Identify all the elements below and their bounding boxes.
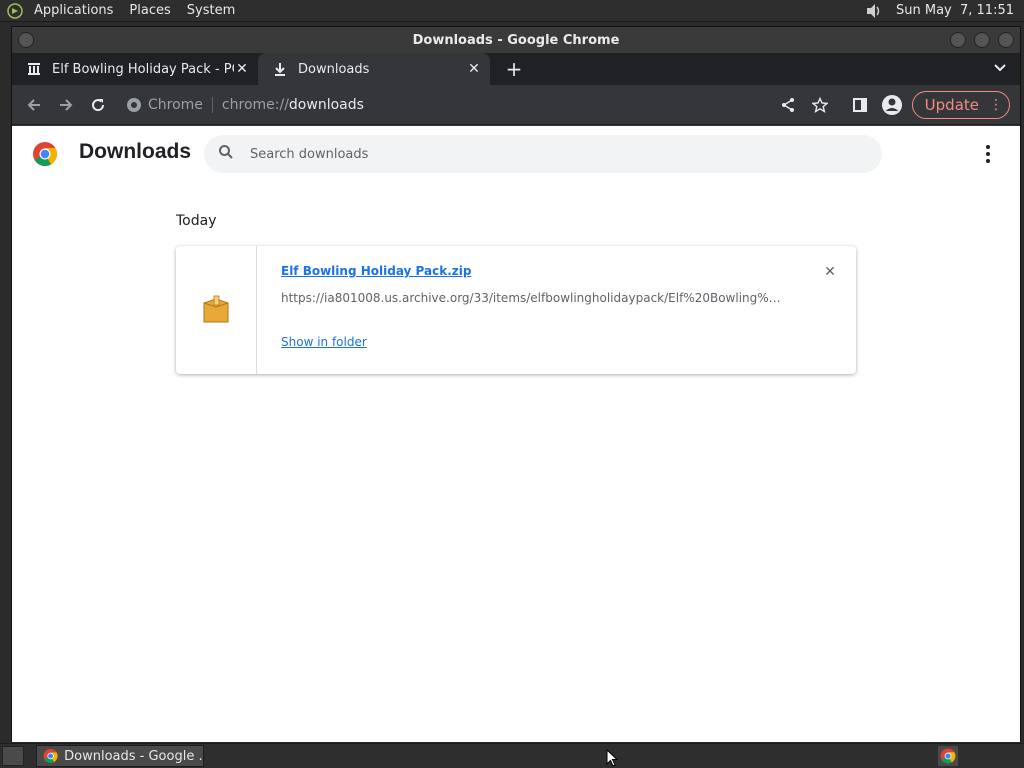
panel-clock[interactable]: Sun May 7, 11:51 bbox=[890, 0, 1020, 22]
window-title: Downloads - Google Chrome bbox=[412, 32, 620, 48]
taskbar-item-chrome[interactable]: Downloads - Google ... bbox=[36, 745, 204, 767]
page-title: Downloads bbox=[79, 140, 192, 163]
menu-dots-icon: ⋮ bbox=[989, 96, 1003, 113]
close-icon[interactable]: ✕ bbox=[466, 61, 482, 77]
tab-title: Elf Bowling Holiday Pack - PC bbox=[52, 61, 234, 77]
back-button[interactable] bbox=[18, 89, 50, 121]
close-window-button[interactable] bbox=[998, 32, 1014, 48]
omnibox[interactable]: Chrome chrome://downloads bbox=[118, 89, 772, 121]
show-desktop-button[interactable] bbox=[2, 746, 24, 766]
file-name-link[interactable]: Elf Bowling Holiday Pack.zip bbox=[281, 264, 471, 278]
chip-label: Chrome bbox=[148, 96, 203, 113]
download-icon bbox=[272, 61, 288, 77]
task-label: Downloads - Google ... bbox=[64, 748, 203, 764]
tab-downloads[interactable]: Downloads ✕ bbox=[258, 53, 490, 85]
downloads-page: Downloads Today Elf Bowling Holiday Pack… bbox=[12, 126, 1020, 742]
downloads-header: Downloads bbox=[12, 126, 1020, 182]
tab-elf-bowling[interactable]: Elf Bowling Holiday Pack - PC ✕ bbox=[12, 53, 258, 85]
bookmark-star-icon[interactable] bbox=[804, 89, 836, 121]
chrome-logo-icon bbox=[33, 142, 58, 167]
maximize-button[interactable] bbox=[974, 32, 990, 48]
chrome-window: Downloads - Google Chrome Elf Bowling Ho… bbox=[11, 26, 1021, 742]
gnome-foot-icon[interactable] bbox=[4, 0, 26, 22]
chrome-icon bbox=[127, 97, 141, 112]
search-input[interactable] bbox=[250, 146, 830, 162]
update-label: Update bbox=[924, 95, 979, 114]
share-icon[interactable] bbox=[772, 89, 804, 121]
menu-system[interactable]: System bbox=[179, 0, 243, 22]
reload-button[interactable] bbox=[82, 89, 114, 121]
menu-places[interactable]: Places bbox=[121, 0, 178, 22]
side-panel-icon[interactable] bbox=[844, 89, 876, 121]
file-icon-column bbox=[176, 246, 257, 374]
tab-title: Downloads bbox=[298, 61, 370, 77]
mouse-cursor-icon bbox=[606, 749, 618, 767]
new-tab-button[interactable]: + bbox=[500, 55, 528, 83]
top-panel: Applications Places System Sun May 7, 11… bbox=[0, 0, 1024, 22]
file-url: https://ia801008.us.archive.org/33/items… bbox=[281, 291, 781, 305]
menu-applications[interactable]: Applications bbox=[26, 0, 121, 22]
download-item-body: Elf Bowling Holiday Pack.zip https://ia8… bbox=[257, 246, 856, 374]
bottom-panel: Downloads - Google ... bbox=[0, 743, 1024, 768]
section-date: Today bbox=[176, 213, 217, 229]
forward-button[interactable] bbox=[50, 89, 82, 121]
url-host: downloads bbox=[288, 96, 364, 113]
minimize-button[interactable] bbox=[950, 32, 966, 48]
profile-avatar-icon[interactable] bbox=[876, 89, 908, 121]
window-titlebar[interactable]: Downloads - Google Chrome bbox=[12, 27, 1020, 53]
show-in-folder-link[interactable]: Show in folder bbox=[281, 335, 367, 349]
search-icon bbox=[218, 144, 234, 164]
chrome-icon bbox=[43, 749, 58, 763]
tabstrip: Elf Bowling Holiday Pack - PC ✕ Download… bbox=[12, 53, 1020, 85]
update-button[interactable]: Update ⋮ bbox=[911, 90, 1010, 119]
remove-item-close-icon[interactable]: ✕ bbox=[822, 264, 838, 280]
close-icon[interactable]: ✕ bbox=[234, 61, 250, 77]
toolbar: Chrome chrome://downloads Update ⋮ bbox=[12, 85, 1020, 125]
zip-file-icon bbox=[203, 295, 229, 323]
volume-icon[interactable] bbox=[864, 2, 884, 20]
archive-org-icon bbox=[26, 61, 42, 77]
site-info-chip[interactable]: Chrome bbox=[126, 96, 213, 113]
tray-chrome-icon[interactable] bbox=[938, 746, 958, 766]
url-scheme: chrome:// bbox=[221, 96, 289, 113]
chevron-down-icon[interactable] bbox=[994, 61, 1006, 75]
download-item: Elf Bowling Holiday Pack.zip https://ia8… bbox=[176, 246, 856, 374]
search-box[interactable] bbox=[204, 135, 882, 173]
window-menu-button[interactable] bbox=[18, 32, 34, 48]
more-actions-icon[interactable] bbox=[978, 144, 998, 164]
